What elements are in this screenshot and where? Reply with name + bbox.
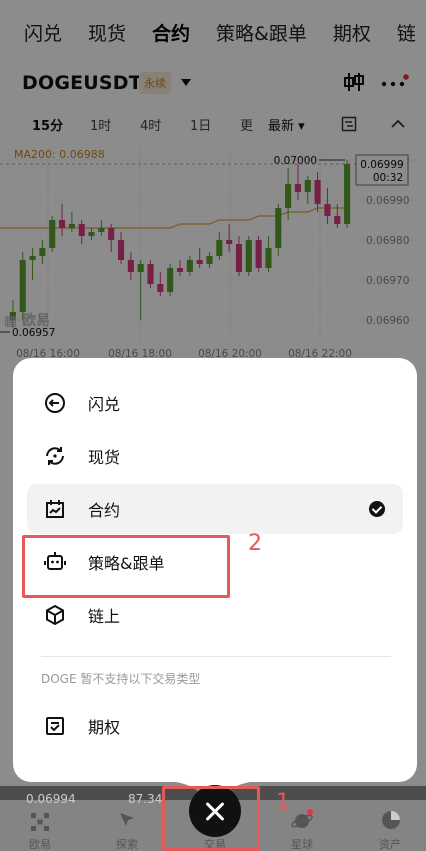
compass-icon[interactable] [117,810,137,830]
contract-icon [46,500,64,518]
cube-icon [46,604,64,626]
menu-item-label: 期权 [88,718,121,737]
menu-item-options: 期权 [13,701,417,751]
annotation-box-strategy [22,535,230,598]
menu-item-label: 现货 [88,448,121,467]
annotation-box-trade [162,786,260,851]
selected-check-icon [369,501,385,517]
menu-item-label: 合约 [88,501,121,520]
menu-item-label: 闪兑 [88,395,121,414]
options-icon [46,717,64,735]
price-left: 0.06994 [26,792,76,806]
okx-logo-icon[interactable] [30,812,50,832]
planet-icon[interactable] [290,808,314,832]
tab-assets[interactable]: 资产 [360,836,420,851]
swap-circle-icon [45,393,65,413]
tab-planet[interactable]: 星球 [272,836,332,851]
sheet-divider [41,656,391,657]
tab-okx[interactable]: 欧易 [10,836,70,851]
unsupported-note: DOGE 暂不支持以下交易类型 [41,672,201,686]
menu-item-contract[interactable]: 合约 [27,484,403,534]
menu-item-swap[interactable]: 闪兑 [13,378,417,428]
annotation-label-1: 1 [276,790,290,815]
spot-cycle-icon [46,447,64,465]
menu-item-label: 链上 [88,607,121,626]
menu-item-spot[interactable]: 现货 [13,431,417,481]
tab-explore[interactable]: 探索 [97,836,157,851]
amount-value: 87.34 [128,792,163,806]
pie-icon[interactable] [380,809,402,831]
annotation-label-2: 2 [248,531,262,556]
